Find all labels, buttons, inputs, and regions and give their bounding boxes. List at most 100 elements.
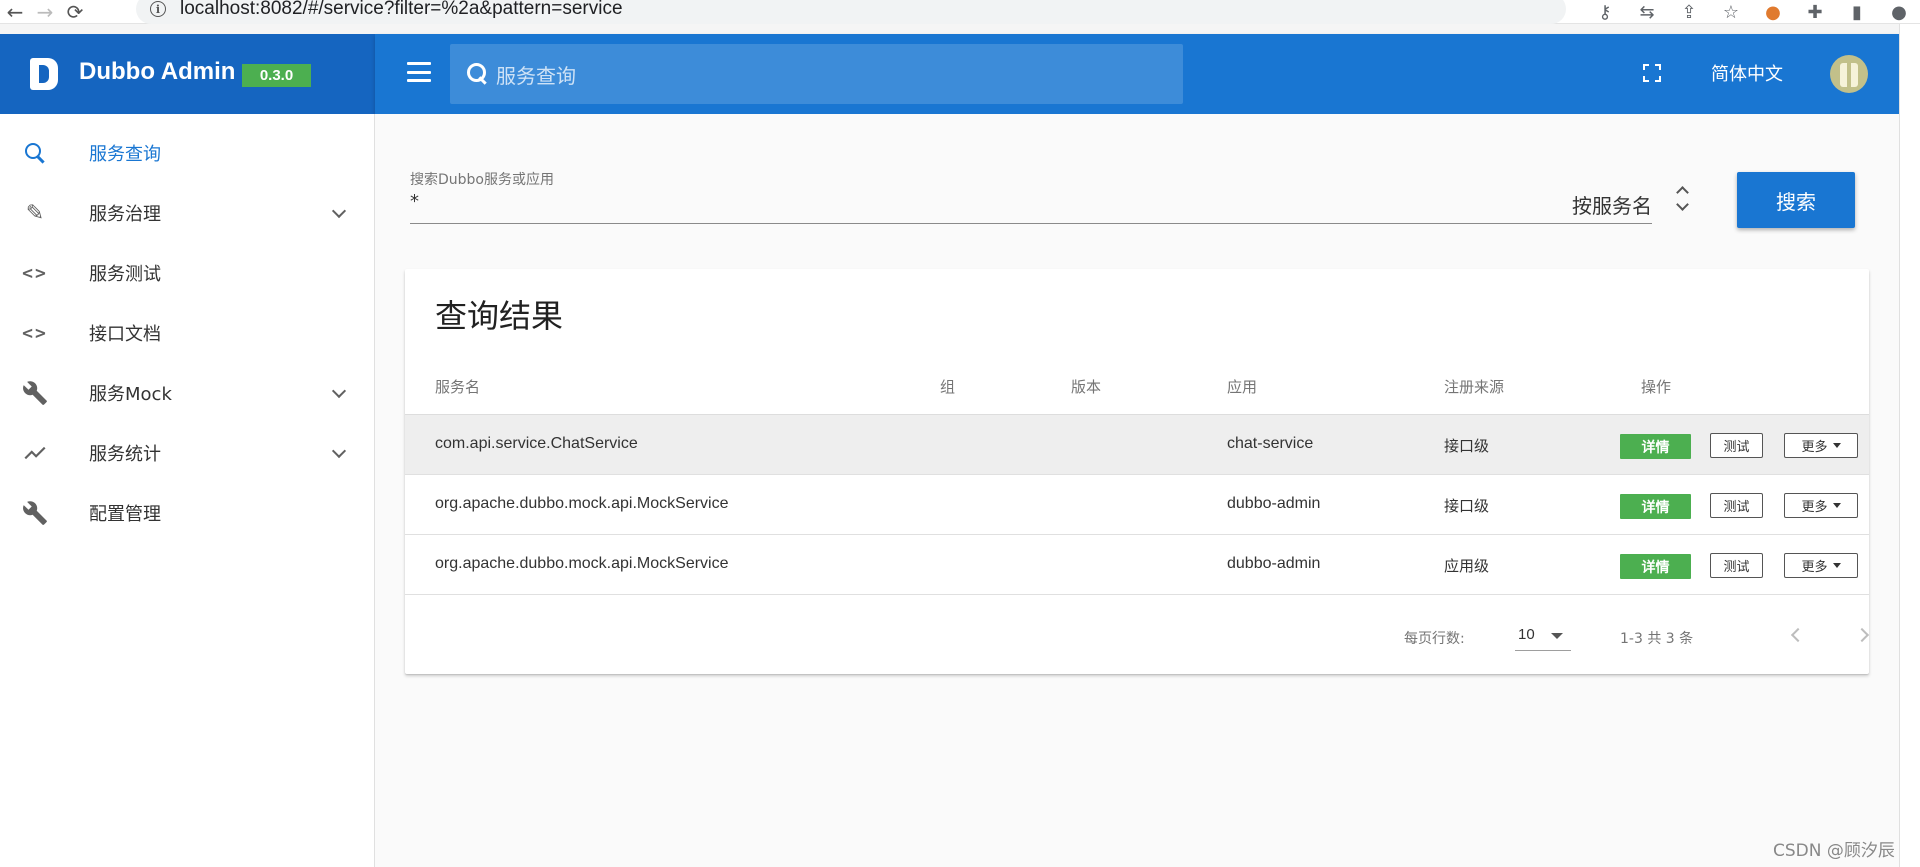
code-icon: <> — [22, 262, 48, 284]
detail-button[interactable]: 详情 — [1620, 434, 1691, 459]
extension-fox-icon[interactable]: ● — [1752, 0, 1794, 24]
column-header-group[interactable]: 组 — [940, 376, 955, 397]
caret-down-icon — [1832, 503, 1841, 508]
sidebar-item-label: 服务查询 — [89, 144, 161, 165]
puzzle-icon[interactable]: ✚ — [1794, 0, 1836, 24]
app-toolbar: 服务查询 简体中文 — [375, 34, 1899, 114]
search-pattern-select[interactable]: 按服务名 — [1572, 190, 1652, 219]
sidebar-item-label: 服务治理 — [89, 204, 161, 225]
browser-toolbar: ← → ⟳ i localhost:8082/#/service?filter=… — [0, 0, 1920, 24]
wrench-icon — [21, 499, 49, 527]
column-header-source[interactable]: 注册来源 — [1444, 376, 1504, 397]
page-scrollbar[interactable] — [1899, 24, 1920, 867]
sidebar-item-service-governance[interactable]: ✎ 服务治理 — [0, 183, 375, 243]
detail-button[interactable]: 详情 — [1620, 494, 1691, 519]
sidebar-item-label: 服务测试 — [89, 264, 161, 285]
search-field-underline — [410, 223, 1652, 224]
site-info-icon[interactable]: i — [150, 1, 166, 17]
cell-source: 接口级 — [1444, 437, 1490, 455]
sidebar-item-service-test[interactable]: <> 服务测试 — [0, 243, 375, 303]
search-field-input[interactable]: * — [410, 191, 419, 212]
search-icon — [21, 139, 49, 167]
unfold-icon[interactable] — [1675, 184, 1691, 214]
caret-down-icon — [1832, 443, 1841, 448]
back-button[interactable]: ← — [0, 0, 30, 24]
cell-service: com.api.service.ChatService — [435, 435, 638, 452]
sidebar-item-api-docs[interactable]: <> 接口文档 — [0, 303, 375, 363]
menu-icon[interactable] — [407, 62, 431, 82]
cell-app: chat-service — [1227, 435, 1314, 452]
pagination-range: 1-3 共 3 条 — [1620, 631, 1694, 647]
chevron-down-icon — [331, 385, 347, 401]
column-header-version[interactable]: 版本 — [1071, 376, 1101, 397]
rows-per-page-select[interactable]: 10 — [1515, 621, 1571, 651]
detail-button[interactable]: 详情 — [1620, 554, 1691, 579]
search-button[interactable]: 搜索 — [1737, 172, 1855, 228]
column-header-app[interactable]: 应用 — [1227, 376, 1257, 397]
more-label: 更多 — [1801, 440, 1828, 455]
app-logo-area: Dubbo Admin 0.3.0 — [0, 34, 375, 114]
results-title: 查询结果 — [435, 297, 564, 335]
profile-icon[interactable]: ● — [1878, 0, 1920, 24]
search-icon — [466, 62, 490, 86]
more-button[interactable]: 更多 — [1784, 553, 1858, 578]
rows-per-page-label: 每页行数: — [1404, 631, 1465, 647]
search-field-label: 搜索Dubbo服务或应用 — [410, 172, 554, 188]
chevron-down-icon — [331, 205, 347, 221]
sidepanel-icon[interactable]: ▮ — [1836, 0, 1878, 24]
address-bar[interactable]: i localhost:8082/#/service?filter=%2a&pa… — [136, 0, 1566, 24]
url-text[interactable]: localhost:8082/#/service?filter=%2a&patt… — [180, 0, 623, 20]
translate-icon[interactable]: ⇆ — [1626, 0, 1668, 24]
sidebar-item-config-management[interactable]: 配置管理 — [0, 483, 375, 543]
main-content: 搜索Dubbo服务或应用 * 按服务名 搜索 查询结果 服务名 组 版本 应用 … — [375, 114, 1899, 867]
dubbo-logo-icon — [30, 58, 58, 90]
table-row[interactable]: org.apache.dubbo.mock.api.MockService du… — [405, 475, 1869, 535]
watermark: CSDN @顾汐辰 — [1773, 841, 1895, 861]
sidebar-item-label: 服务统计 — [89, 444, 161, 465]
test-button[interactable]: 测试 — [1710, 553, 1763, 578]
sidebar-item-label: 接口文档 — [89, 324, 161, 345]
column-header-actions: 操作 — [1641, 378, 1672, 396]
results-card: 查询结果 服务名 组 版本 应用 注册来源 操作 com.api.service… — [405, 269, 1869, 674]
chevron-down-icon — [331, 445, 347, 461]
table-row[interactable]: org.apache.dubbo.mock.api.MockService du… — [405, 535, 1869, 595]
sidebar-item-service-mock[interactable]: 服务Mock — [0, 363, 375, 423]
forward-button[interactable]: → — [30, 0, 60, 24]
global-search-input[interactable]: 服务查询 — [450, 44, 1183, 104]
test-button[interactable]: 测试 — [1710, 433, 1763, 458]
sidebar-item-service-search[interactable]: 服务查询 — [0, 123, 375, 183]
cell-app: dubbo-admin — [1227, 555, 1321, 572]
share-icon[interactable]: ⇪ — [1668, 0, 1710, 24]
pencil-icon: ✎ — [25, 200, 45, 226]
more-button[interactable]: 更多 — [1784, 493, 1858, 518]
more-label: 更多 — [1801, 560, 1828, 575]
more-label: 更多 — [1801, 500, 1828, 515]
language-button[interactable]: 简体中文 — [1711, 60, 1783, 86]
more-button[interactable]: 更多 — [1784, 433, 1858, 458]
app-title: Dubbo Admin — [79, 58, 236, 85]
search-placeholder: 服务查询 — [496, 63, 576, 88]
chevron-left-icon[interactable] — [1788, 627, 1804, 643]
cell-service: org.apache.dubbo.mock.api.MockService — [435, 495, 729, 512]
sidebar-item-label: 配置管理 — [89, 504, 161, 525]
star-icon[interactable]: ☆ — [1710, 0, 1752, 24]
rows-per-page-value: 10 — [1518, 626, 1535, 643]
sidebar-item-service-stats[interactable]: 服务统计 — [0, 423, 375, 483]
fullscreen-icon[interactable] — [1643, 64, 1661, 82]
avatar[interactable] — [1830, 55, 1868, 93]
reload-button[interactable]: ⟳ — [60, 0, 90, 24]
column-header-service[interactable]: 服务名 — [435, 376, 480, 397]
browser-action-icons: ⚷ ⇆ ⇪ ☆ ● ✚ ▮ ● — [1584, 0, 1920, 24]
sidebar: 服务查询 ✎ 服务治理 <> 服务测试 <> 接口文档 服务Mock 服务统计 … — [0, 114, 375, 867]
caret-down-icon — [1832, 563, 1841, 568]
table-row[interactable]: com.api.service.ChatService chat-service… — [405, 415, 1869, 475]
test-button[interactable]: 测试 — [1710, 493, 1763, 518]
chevron-right-icon[interactable] — [1856, 627, 1872, 643]
key-icon[interactable]: ⚷ — [1584, 0, 1626, 24]
cell-source: 接口级 — [1444, 497, 1490, 515]
cell-app: dubbo-admin — [1227, 495, 1321, 512]
version-badge: 0.3.0 — [242, 64, 311, 87]
cell-service: org.apache.dubbo.mock.api.MockService — [435, 555, 729, 572]
arrow-drop-down-icon — [1551, 633, 1563, 639]
sidebar-item-label: 服务Mock — [89, 384, 172, 405]
